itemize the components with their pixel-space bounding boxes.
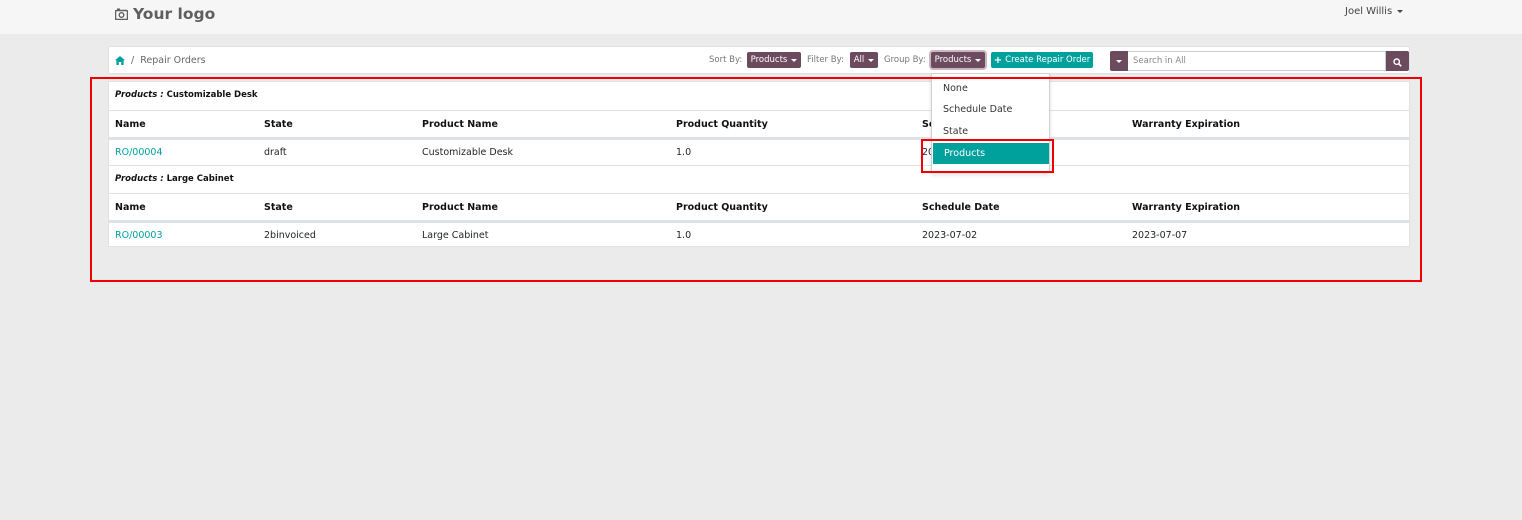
search-filter-toggle[interactable] [1110,51,1128,71]
search-button[interactable] [1386,51,1409,71]
top-navbar: Your logo Joel Willis [0,0,1522,34]
user-name: Joel Willis [1345,6,1393,17]
control-panel: / Repair Orders Sort By: Products Filter… [108,46,1410,74]
brand-logo[interactable]: Your logo [115,4,215,24]
chevron-down-icon [975,58,982,62]
sort-by-label: Sort By: [709,55,743,65]
create-button-label: Create Repair Order [1005,55,1091,65]
plus-icon: + [993,54,1003,66]
chevron-down-icon [791,58,798,62]
breadcrumb-current: Repair Orders [140,54,206,66]
camera-icon [115,8,128,20]
breadcrumb-separator: / [131,54,135,66]
search-input[interactable] [1128,51,1386,71]
chevron-down-icon [1397,10,1404,13]
sort-by-dropdown[interactable]: Products [747,52,801,68]
chevron-down-icon [868,58,875,62]
sort-by-value: Products [750,55,788,65]
home-icon[interactable] [115,55,125,65]
highlight-box-products-option [921,139,1054,173]
filter-by-value: All [853,55,865,65]
group-by-dropdown[interactable]: Products [931,52,985,68]
breadcrumb: / Repair Orders [115,47,206,73]
group-by-value: Products [934,55,972,65]
chevron-down-icon [1116,59,1122,63]
highlight-box-results [90,77,1422,282]
create-repair-order-button[interactable]: + Create Repair Order [991,52,1093,68]
search-icon [1393,52,1402,71]
logo-text: Your logo [133,5,216,23]
filter-by-dropdown[interactable]: All [850,52,878,68]
filter-by-label: Filter By: [807,55,844,65]
group-by-label: Group By: [884,55,926,65]
user-menu[interactable]: Joel Willis [1345,6,1404,17]
